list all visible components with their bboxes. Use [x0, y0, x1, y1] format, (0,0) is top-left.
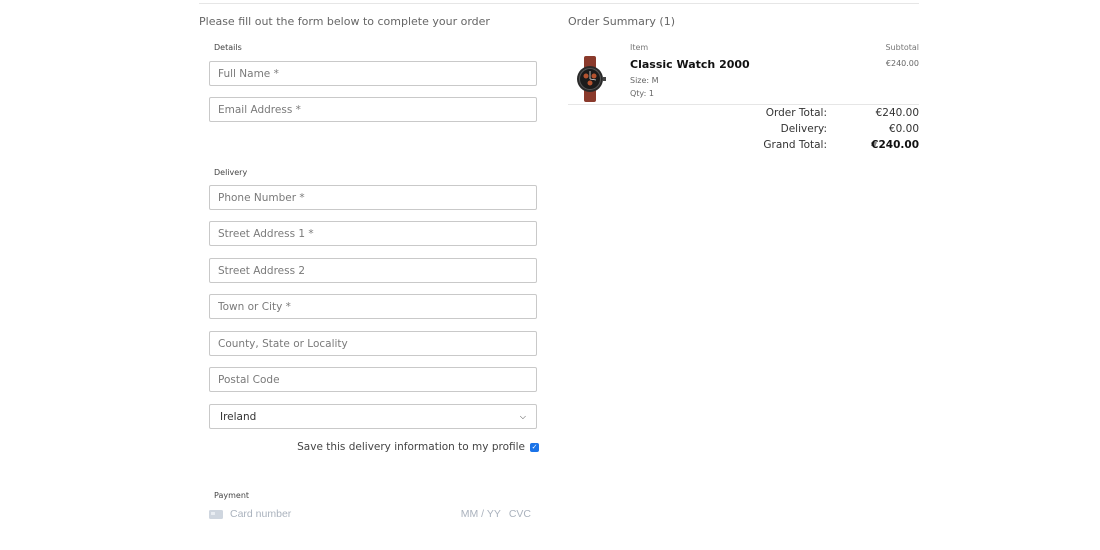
full-name-input[interactable]: [209, 61, 537, 86]
delivery-value: €0.00: [888, 123, 919, 135]
product-qty: Qty: 1: [630, 89, 654, 98]
product-name: Classic Watch 2000: [630, 58, 750, 71]
save-info-label: Save this delivery information to my pro…: [297, 441, 525, 453]
card-number-placeholder[interactable]: Card number: [230, 508, 461, 520]
card-element[interactable]: Card number MM / YY CVC: [209, 506, 537, 522]
checkout-form: Please fill out the form below to comple…: [199, 0, 539, 550]
country-select-value: Ireland: [220, 410, 257, 423]
save-info-row: Save this delivery information to my pro…: [199, 441, 539, 453]
watch-thumbnail-icon: [577, 56, 606, 102]
card-cvc-placeholder[interactable]: CVC: [509, 508, 531, 520]
email-input[interactable]: [209, 97, 537, 122]
grand-total-label: Grand Total:: [763, 139, 827, 151]
town-city-input[interactable]: [209, 294, 537, 319]
save-info-checkbox[interactable]: ✓: [530, 442, 539, 452]
product-size: Size: M: [630, 76, 659, 85]
street-address-2-input[interactable]: [209, 258, 537, 283]
delivery-legend: Delivery: [214, 168, 248, 177]
order-summary: Order Summary (1) Item Subtotal Classic …: [568, 0, 919, 550]
card-expiry-placeholder[interactable]: MM / YY: [461, 508, 501, 520]
chevron-down-icon: ⌵: [519, 411, 526, 421]
credit-card-icon: [209, 509, 223, 519]
payment-legend: Payment: [214, 491, 250, 500]
phone-input[interactable]: [209, 185, 537, 210]
country-select[interactable]: Ireland ⌵: [209, 404, 537, 429]
county-input[interactable]: [209, 331, 537, 356]
delivery-label: Delivery:: [780, 123, 827, 135]
street-address-1-input[interactable]: [209, 221, 537, 246]
postal-code-input[interactable]: [209, 367, 537, 392]
order-total-label: Order Total:: [765, 107, 827, 119]
details-legend: Details: [214, 43, 242, 52]
product-subtotal: €240.00: [885, 59, 919, 68]
order-summary-title: Order Summary (1): [568, 15, 675, 28]
grand-total-value: €240.00: [871, 139, 919, 151]
form-intro: Please fill out the form below to comple…: [199, 15, 490, 28]
order-total-value: €240.00: [875, 107, 919, 119]
item-column-header: Item: [630, 43, 649, 52]
summary-divider: [568, 104, 919, 105]
subtotal-column-header: Subtotal: [885, 43, 919, 52]
